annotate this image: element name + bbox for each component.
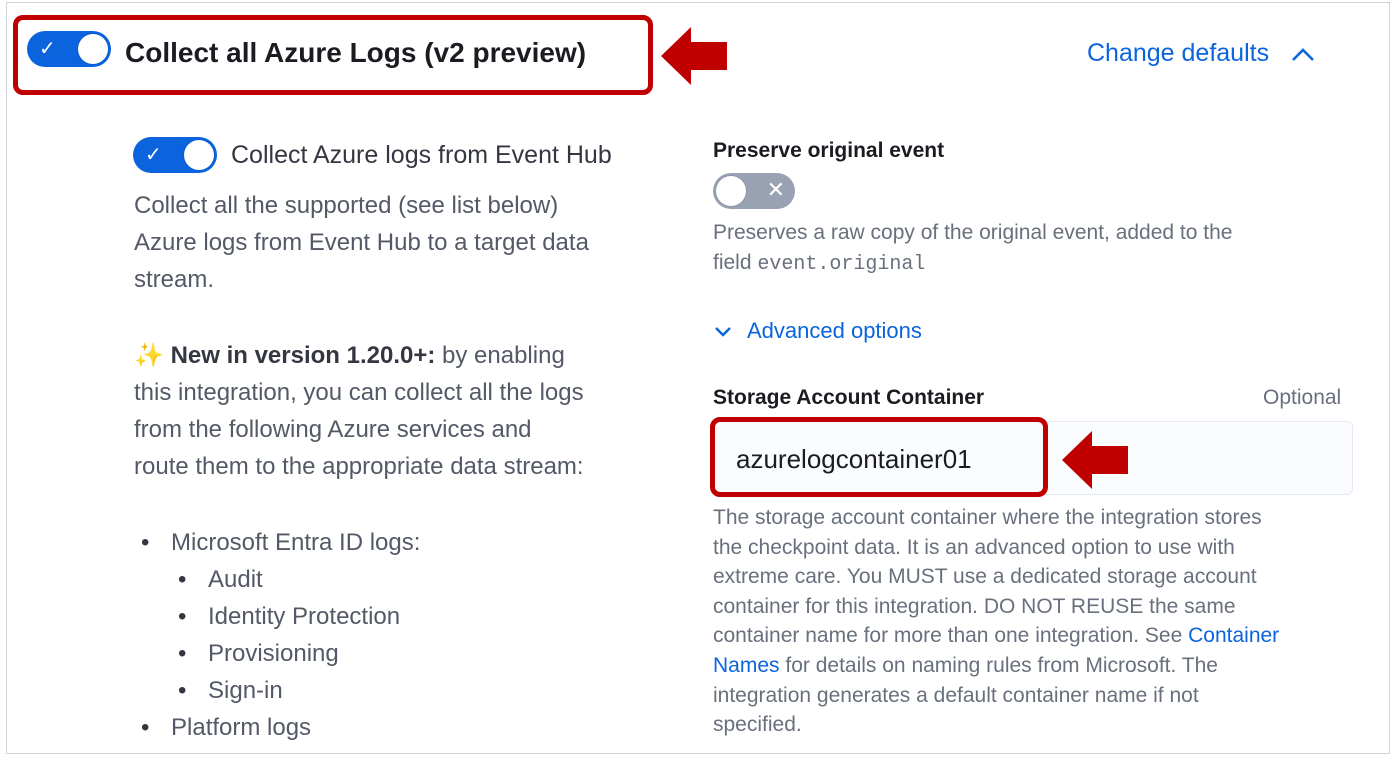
change-defaults-label: Change defaults xyxy=(1087,39,1270,67)
container-names-link[interactable]: Container xyxy=(1188,624,1279,647)
eventhub-toggle[interactable]: ✓ xyxy=(133,137,217,173)
sparkles-icon: ✨ xyxy=(134,342,164,369)
check-icon: ✓ xyxy=(145,144,162,166)
preserve-original-event-label: Preserve original event xyxy=(713,139,945,162)
version-note: ✨ New in version 1.20.0+: by enabling th… xyxy=(134,342,584,480)
chevron-up-icon xyxy=(1292,48,1314,62)
chevron-down-icon xyxy=(715,327,731,337)
advanced-options-label: Advanced options xyxy=(747,318,922,343)
preserve-original-event-toggle[interactable]: ✕ xyxy=(713,173,795,209)
annotation-highlight-input xyxy=(710,417,1048,497)
list-item: Audit xyxy=(178,561,420,598)
annotation-arrow-icon xyxy=(1062,431,1128,489)
list-item: Microsoft Entra ID logs: Audit Identity … xyxy=(141,524,420,709)
advanced-options-toggle[interactable]: Advanced options xyxy=(713,318,922,344)
storage-account-container-label: Storage Account Container xyxy=(713,386,985,409)
eventhub-toggle-label: Collect Azure logs from Event Hub xyxy=(231,141,612,169)
preserve-original-event-help: Preserves a raw copy of the original eve… xyxy=(713,221,1233,276)
integration-settings-panel: ✓ Collect all Azure Logs (v2 preview) Ch… xyxy=(6,2,1390,754)
supported-logs-list: Microsoft Entra ID logs: Audit Identity … xyxy=(141,524,420,753)
annotation-arrow-icon xyxy=(661,27,727,85)
container-names-link[interactable]: Names xyxy=(713,654,780,677)
close-icon: ✕ xyxy=(766,177,785,202)
list-item: Identity Protection xyxy=(178,598,420,635)
change-defaults-button[interactable]: Change defaults xyxy=(1087,39,1316,68)
list-item: Provisioning xyxy=(178,635,420,672)
toggle-knob xyxy=(716,176,746,206)
list-item: Activity logs xyxy=(178,746,420,753)
optional-badge: Optional xyxy=(1263,386,1342,409)
eventhub-description: Collect all the supported (see list belo… xyxy=(134,192,589,293)
code-event-original: event.original xyxy=(757,252,926,276)
version-note-heading: New in version 1.20.0+: xyxy=(170,342,436,369)
list-item: Sign-in xyxy=(178,672,420,709)
annotation-highlight-title xyxy=(13,15,653,95)
storage-account-container-help: The storage account container where the … xyxy=(713,506,1280,737)
list-item: Platform logs Activity logs xyxy=(141,709,420,753)
toggle-knob xyxy=(184,140,214,170)
